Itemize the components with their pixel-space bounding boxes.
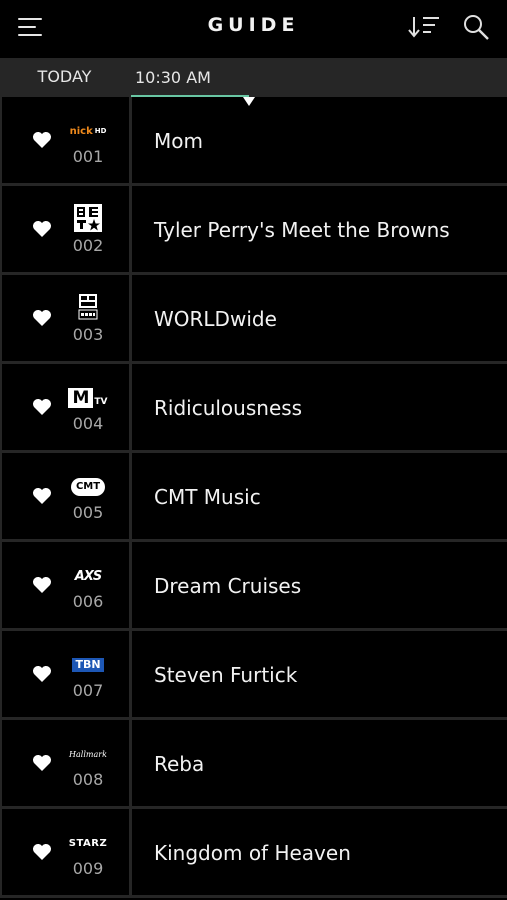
list-item: TBN 007 Steven Furtick: [0, 631, 507, 720]
heart-icon[interactable]: [32, 131, 52, 149]
tbn-logo: TBN: [66, 653, 110, 677]
program-cell[interactable]: Dream Cruises: [130, 542, 507, 631]
program-cell[interactable]: Kingdom of Heaven: [130, 809, 507, 898]
channel-cell[interactable]: 002: [0, 186, 132, 275]
channel-number: 008: [72, 770, 104, 789]
program-title: Ridiculousness: [154, 396, 303, 420]
channel-number: 003: [72, 325, 104, 344]
program-cell[interactable]: Steven Furtick: [130, 631, 507, 720]
mtv-tv-text: TV: [94, 397, 108, 407]
program-cell[interactable]: Tyler Perry's Meet the Browns: [130, 186, 507, 275]
program-cell[interactable]: Reba: [130, 720, 507, 809]
axs-logo-text: AXS: [74, 568, 102, 584]
program-title: Steven Furtick: [154, 663, 298, 687]
starz-logo-text: STARZ: [68, 837, 108, 849]
list-item: 002 Tyler Perry's Meet the Browns: [0, 186, 507, 275]
bet-logo: [66, 204, 110, 232]
current-time-marker: [243, 97, 255, 106]
day-label: TODAY: [37, 67, 92, 86]
list-item: Hallmark 008 Reba: [0, 720, 507, 809]
program-title: Kingdom of Heaven: [154, 841, 351, 865]
channel-number: 004: [72, 414, 104, 433]
channel-cell[interactable]: AXS 006: [0, 542, 132, 631]
channel-cell[interactable]: STARZ 009: [0, 809, 132, 898]
time-slot-label[interactable]: 10:30 AM: [135, 58, 211, 97]
nick-hd-logo: nick HD: [66, 119, 110, 143]
heart-icon[interactable]: [32, 576, 52, 594]
channel-list: nick HD 001 Mom 002 Tyler Perry's Meet t…: [0, 97, 507, 898]
heart-icon[interactable]: [32, 754, 52, 772]
program-cell[interactable]: CMT Music: [130, 453, 507, 542]
header-bar: GUIDE: [0, 0, 507, 58]
program-cell[interactable]: Mom: [130, 97, 507, 186]
cmt-logo: CMT: [66, 475, 110, 499]
search-icon[interactable]: [462, 13, 490, 41]
mtv-logo-text: M: [68, 388, 94, 408]
program-title: WORLDwide: [154, 307, 277, 331]
starz-logo: STARZ: [66, 831, 110, 855]
channel-cell[interactable]: 003: [0, 275, 132, 364]
axs-logo: AXS: [66, 564, 110, 588]
channel-cell[interactable]: Hallmark 008: [0, 720, 132, 809]
heart-icon[interactable]: [32, 398, 52, 416]
channel-number: 009: [72, 859, 104, 878]
list-item: STARZ 009 Kingdom of Heaven: [0, 809, 507, 898]
list-item: AXS 006 Dream Cruises: [0, 542, 507, 631]
mtv-logo: M TV: [66, 386, 110, 410]
hd-logo-text: HD: [94, 127, 107, 135]
heart-icon[interactable]: [32, 309, 52, 327]
channel-cell[interactable]: TBN 007: [0, 631, 132, 720]
time-bar: TODAY 10:30 AM: [0, 58, 507, 97]
program-title: Reba: [154, 752, 205, 776]
tbn-logo-text: TBN: [72, 658, 104, 672]
list-item: nick HD 001 Mom: [0, 97, 507, 186]
channel-number: 007: [72, 681, 104, 700]
channel-cell[interactable]: CMT 005: [0, 453, 132, 542]
channel-number: 006: [72, 592, 104, 611]
channel-cell[interactable]: M TV 004: [0, 364, 132, 453]
list-item: M TV 004 Ridiculousness: [0, 364, 507, 453]
list-item: CMT 005 CMT Music: [0, 453, 507, 542]
channel-cell[interactable]: nick HD 001: [0, 97, 132, 186]
channel-number: 001: [72, 147, 104, 166]
nick-logo-text: nick: [69, 125, 93, 137]
channel-number: 005: [72, 503, 104, 522]
program-title: Dream Cruises: [154, 574, 302, 598]
program-cell[interactable]: Ridiculousness: [130, 364, 507, 453]
list-item: 003 WORLDwide: [0, 275, 507, 364]
program-cell[interactable]: WORLDwide: [130, 275, 507, 364]
program-title: Tyler Perry's Meet the Browns: [154, 218, 450, 242]
heart-icon[interactable]: [32, 220, 52, 238]
channel-number: 002: [72, 236, 104, 255]
heart-icon[interactable]: [32, 843, 52, 861]
heart-icon[interactable]: [32, 487, 52, 505]
program-title: Mom: [154, 129, 203, 153]
bet-soul-logo: [66, 294, 110, 321]
hallmark-logo-text: Hallmark: [69, 749, 107, 759]
cmt-logo-text: CMT: [70, 478, 106, 496]
hallmark-logo: Hallmark: [66, 742, 110, 766]
program-title: CMT Music: [154, 485, 261, 509]
sort-icon[interactable]: [408, 14, 442, 40]
heart-icon[interactable]: [32, 665, 52, 683]
